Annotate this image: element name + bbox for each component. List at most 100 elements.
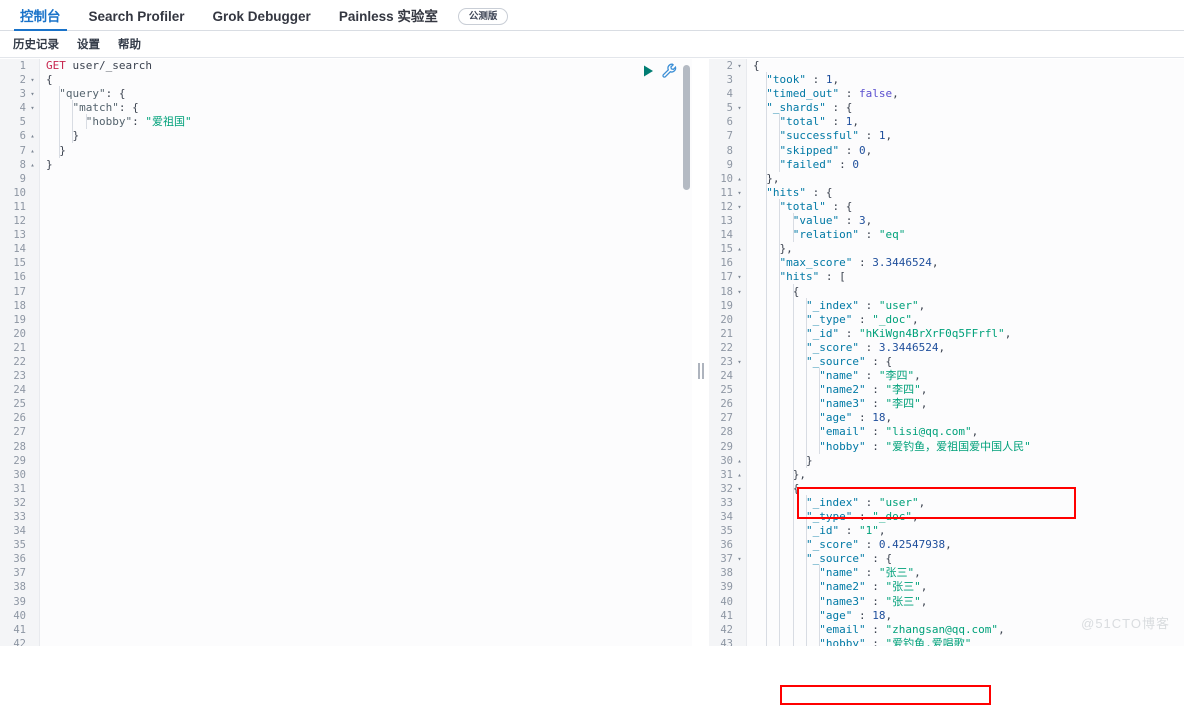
- code-token: "relation": [792, 228, 859, 242]
- request-editor[interactable]: 1 2 ▾ 3 ▾ 4 ▾ 5 6 ▴ 7 ▴ 8 ▴ 9 10 11 12 13 14 15 16 17 18 19 20 21 2…: [0, 59, 692, 646]
- tab-console-label: 控制台: [20, 8, 61, 24]
- code-token: {: [132, 101, 139, 115]
- code-token: 3: [858, 214, 866, 228]
- code-token: "_id": [805, 326, 840, 340]
- fold-expand-icon[interactable]: ▴: [735, 454, 744, 468]
- fold-collapse-icon[interactable]: ▾: [735, 482, 744, 496]
- code-token: ,: [1004, 326, 1012, 340]
- code-line: "_source" : {: [753, 353, 1184, 369]
- fold-collapse-icon[interactable]: ▾: [735, 285, 744, 299]
- code-token: :: [858, 340, 879, 354]
- code-line: {: [753, 480, 1184, 496]
- fold-collapse-icon[interactable]: ▾: [735, 270, 744, 284]
- code-token: "李四": [885, 383, 921, 397]
- code-token: :: [858, 228, 879, 242]
- code-token: false: [858, 87, 893, 101]
- code-token: :: [852, 256, 873, 270]
- code-line: "hobby": "爱祖国": [46, 114, 692, 130]
- line-number: 43: [720, 637, 733, 646]
- fold-collapse-icon[interactable]: ▾: [735, 200, 744, 214]
- code-token: :: [865, 580, 886, 594]
- line-number: 18 ▾: [717, 285, 746, 299]
- fold-expand-icon[interactable]: ▴: [735, 468, 744, 482]
- tab-painless-lab[interactable]: Painless 实验室: [325, 9, 452, 31]
- line-number: 5: [19, 116, 26, 129]
- line-number: 11: [13, 200, 26, 213]
- request-scrollbar-thumb[interactable]: [683, 65, 690, 190]
- code-token: "user": [878, 298, 919, 312]
- code-token: :: [825, 115, 846, 129]
- response-gutter[interactable]: 2 ▾ 3 4 5 ▾ 6 7 8 9 10 ▴ 11 ▾ 12 ▾ 13 14 15 ▴ 16 17 ▾ 18 ▾ 19 20 21…: [717, 59, 747, 646]
- code-token: :: [832, 157, 853, 171]
- code-token: }: [46, 157, 53, 171]
- line-number: 41: [13, 623, 26, 636]
- code-token: :: [825, 199, 846, 213]
- fold-collapse-icon[interactable]: ▾: [735, 552, 744, 566]
- wrench-icon[interactable]: [662, 63, 677, 79]
- watermark: @51CTO博客: [1081, 616, 1170, 631]
- subnav-item-settings[interactable]: 设置: [68, 36, 109, 52]
- code-token: "爱祖国": [145, 115, 192, 129]
- subnav-item-help[interactable]: 帮助: [109, 36, 150, 52]
- code-token: }: [72, 129, 80, 143]
- tab-search-profiler[interactable]: Search Profiler: [75, 9, 199, 31]
- line-number: 34: [13, 525, 26, 538]
- code-token: ,: [865, 214, 873, 228]
- code-line: "took" : 1,: [753, 72, 1184, 88]
- line-number: 23 ▾: [717, 355, 746, 369]
- code-token: "_source": [805, 552, 866, 566]
- fold-collapse-icon[interactable]: ▾: [735, 186, 744, 200]
- line-number: 26: [13, 412, 26, 425]
- code-token: ,: [914, 566, 921, 580]
- line-number: 25: [13, 398, 26, 411]
- response-code[interactable]: { "took" : 1, "timed_out" : false, "_sha…: [747, 59, 1184, 646]
- fold-collapse-icon[interactable]: ▾: [28, 87, 37, 101]
- fold-collapse-icon[interactable]: ▾: [28, 73, 37, 87]
- play-icon[interactable]: [642, 64, 655, 78]
- code-token: :: [852, 608, 873, 622]
- code-token: :: [858, 369, 879, 383]
- request-gutter[interactable]: 1 2 ▾ 3 ▾ 4 ▾ 5 6 ▴ 7 ▴ 8 ▴ 9 10 11 12 13 14 15 16 17 18 19 20 21 2…: [0, 59, 40, 646]
- tab-grok-debugger-label: Grok Debugger: [212, 8, 311, 24]
- request-code[interactable]: GET user/_search{ "query": { "match": { …: [40, 59, 692, 646]
- line-number: 38: [13, 581, 26, 594]
- line-number: 22: [13, 355, 26, 368]
- code-token: {: [885, 552, 893, 566]
- response-editor[interactable]: 2 ▾ 3 4 5 ▾ 6 7 8 9 10 ▴ 11 ▾ 12 ▾ 13 14 15 ▴ 16 17 ▾ 18 ▾ 19 20 21…: [709, 59, 1184, 646]
- line-number: 26: [720, 398, 733, 411]
- fold-expand-icon[interactable]: ▴: [28, 129, 37, 143]
- fold-collapse-icon[interactable]: ▾: [735, 59, 744, 73]
- line-number: 19: [720, 299, 733, 312]
- subnav-item-history[interactable]: 历史记录: [4, 36, 68, 52]
- fold-collapse-icon[interactable]: ▾: [28, 101, 37, 115]
- pane-splitter[interactable]: [692, 59, 709, 646]
- tab-grok-debugger[interactable]: Grok Debugger: [199, 8, 325, 31]
- line-number: 2 ▾: [717, 59, 746, 73]
- code-token: GET: [46, 59, 66, 72]
- code-token: :: [852, 312, 873, 326]
- code-token: "name3": [819, 397, 866, 411]
- splitter-grip-icon[interactable]: [697, 363, 704, 379]
- fold-collapse-icon[interactable]: ▾: [735, 355, 744, 369]
- tab-console[interactable]: 控制台: [6, 8, 75, 31]
- fold-expand-icon[interactable]: ▴: [735, 172, 744, 186]
- fold-collapse-icon[interactable]: ▾: [735, 101, 744, 115]
- code-token: "email": [819, 425, 866, 439]
- code-line: {: [753, 59, 1184, 73]
- code-token: "_shards": [766, 101, 826, 115]
- fold-expand-icon[interactable]: ▴: [28, 144, 37, 158]
- code-token: ,: [945, 538, 952, 552]
- fold-expand-icon[interactable]: ▴: [735, 242, 744, 256]
- fold-expand-icon[interactable]: ▴: [28, 158, 37, 172]
- code-token: "_doc": [872, 510, 912, 523]
